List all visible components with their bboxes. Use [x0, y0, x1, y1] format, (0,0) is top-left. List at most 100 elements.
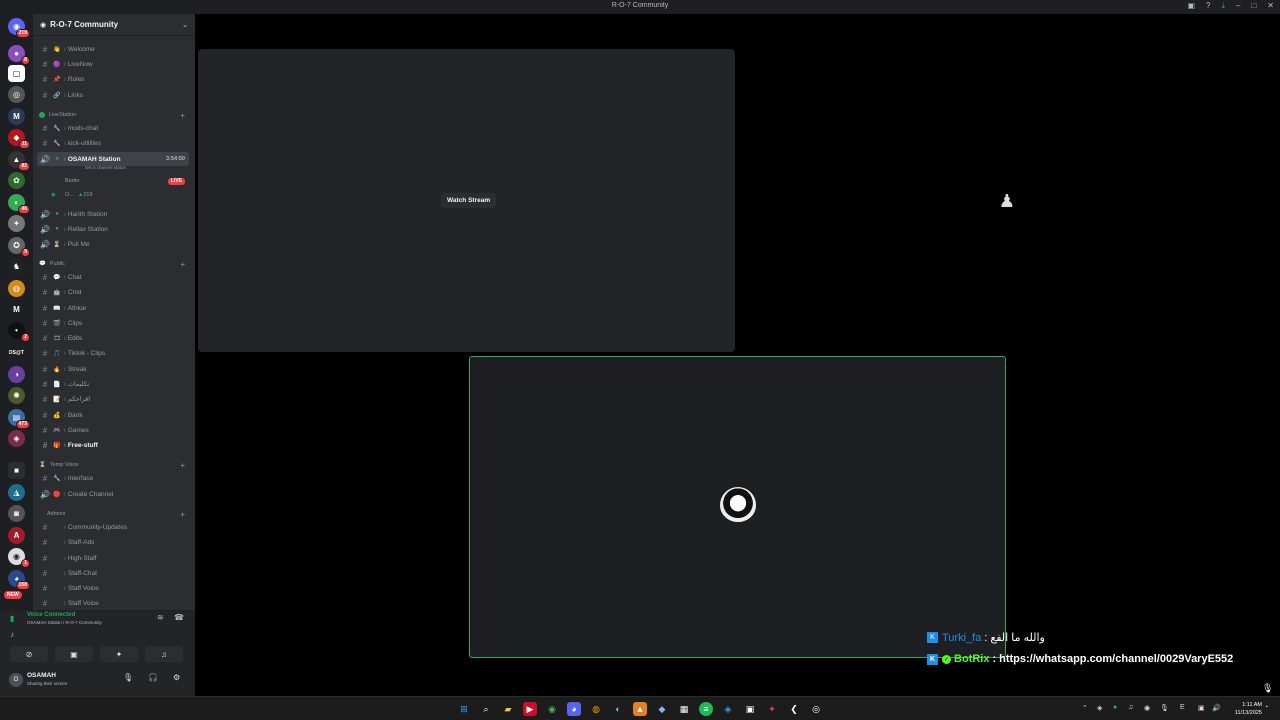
channel-streak[interactable]: # 🔥 ı Streak	[37, 362, 189, 376]
channel-athkar[interactable]: # 📖 ı Athkar	[37, 301, 189, 315]
category-admins[interactable]: Admins +	[39, 509, 189, 519]
chrome-icon[interactable]: ◉	[545, 702, 559, 716]
activity-icon[interactable]: ♪	[10, 630, 14, 639]
server-icon[interactable]: ♞	[8, 258, 25, 275]
channel-cmd[interactable]: # 🤖 ı Cmd	[37, 285, 189, 299]
voice-status[interactable]: Voice Connected	[27, 612, 75, 618]
channel-staff-voice-2[interactable]: # ı Staff Voice	[37, 596, 189, 610]
category-public[interactable]: 💬 Public +	[39, 259, 189, 269]
channel-status[interactable]: Set a channel status	[85, 165, 126, 170]
screen-share-button[interactable]: ▣	[55, 646, 93, 662]
firefox-icon[interactable]: ◍	[589, 702, 603, 716]
channel-community-updates[interactable]: # ı Community-Updates	[37, 520, 189, 534]
spotify-icon[interactable]: ≡	[699, 702, 713, 716]
tray-icon[interactable]: ◉	[1144, 704, 1150, 712]
tray-icon[interactable]: ◈	[1097, 704, 1102, 712]
app-icon[interactable]: ✦	[765, 702, 779, 716]
chevron-up-icon[interactable]: ⌃	[1082, 704, 1088, 712]
channel-staff-voice[interactable]: # ı Staff Voice	[37, 581, 189, 595]
server-icon[interactable]: M	[8, 301, 25, 318]
channel-games[interactable]: # 🎮 ı Games	[37, 423, 189, 437]
steam-icon[interactable]: ◐	[611, 702, 625, 716]
add-channel-icon[interactable]: +	[180, 461, 185, 470]
download-icon[interactable]: ⤓	[1221, 1, 1225, 11]
voice-member[interactable]: ◉ O... ▲ 219	[51, 189, 189, 201]
channel-kick-utilities[interactable]: # 🔧 ı kick-utilities	[37, 136, 189, 150]
server-icon[interactable]: ◆ 11	[8, 129, 30, 149]
server-header[interactable]: ◉ R-O-7 Community ⌄	[33, 14, 195, 36]
gear-icon[interactable]: ⚙	[173, 673, 180, 682]
participant-tile-speaking[interactable]	[469, 356, 1006, 658]
server-icon[interactable]: ◎	[8, 86, 25, 103]
server-icon[interactable]: ◍	[8, 280, 25, 297]
tray-icon[interactable]: ●	[1113, 704, 1117, 711]
server-icon[interactable]: ◙	[8, 505, 25, 522]
disconnect-icon[interactable]: ☎	[174, 613, 184, 622]
voice-channel-create[interactable]: 🔊 🔴 ı Create Channel	[37, 487, 189, 501]
app-icon[interactable]: ▣	[743, 702, 757, 716]
channel-chat[interactable]: # 💬 ı Chat	[37, 270, 189, 284]
app-icon[interactable]: ▶	[523, 702, 537, 716]
close-icon[interactable]: ✕	[1267, 1, 1274, 11]
camera-off-button[interactable]: ⊘	[10, 646, 48, 662]
username[interactable]: OSAMAH	[27, 672, 56, 679]
channel-interface[interactable]: # 🔧 ı Interface	[37, 471, 189, 485]
server-icon[interactable]: ✺	[8, 387, 25, 404]
server-icon[interactable]: ◕ 158	[8, 570, 30, 590]
participant-avatar[interactable]: ♟	[998, 188, 1016, 214]
minimize-icon[interactable]: –	[1236, 1, 1240, 11]
server-icon[interactable]: • 2	[8, 322, 30, 342]
folder-icon[interactable]: ■	[8, 462, 25, 479]
channel-mods-chat[interactable]: # 🔧 ı mods-chat	[37, 121, 189, 135]
channel-staff-chat[interactable]: # ı Staff-Chat	[37, 566, 189, 580]
server-icon[interactable]: DS@T	[8, 344, 25, 361]
voice-member[interactable]: Bader LIVE	[51, 175, 189, 187]
maximize-icon[interactable]: □	[1251, 1, 1256, 11]
noise-suppression-icon[interactable]: ≋	[157, 613, 164, 622]
voice-channel-rellax-station[interactable]: 🔊 ● ı Rellax Station	[37, 222, 189, 236]
server-icon[interactable]: ✪ 9	[8, 237, 30, 257]
windows-start-icon[interactable]: ⊞	[457, 702, 471, 716]
app-icon[interactable]: ◎	[809, 702, 823, 716]
server-icon[interactable]: M	[8, 108, 25, 125]
activities-button[interactable]: ✦	[100, 646, 138, 662]
language-icon[interactable]: E	[1180, 704, 1185, 711]
headphones-icon[interactable]: 🎧	[148, 673, 158, 682]
app-icon[interactable]: ◈	[721, 702, 735, 716]
home-discord-icon[interactable]: ◉ 219	[8, 18, 30, 38]
wifi-icon[interactable]: ▣	[1198, 704, 1205, 712]
channel-staff-ads[interactable]: # ı Staff-Ads	[37, 535, 189, 549]
participant-avatar[interactable]	[720, 487, 756, 523]
server-icon[interactable]: ▢	[8, 65, 25, 82]
notification-icon[interactable]: ◔	[1264, 704, 1268, 711]
chevron-down-icon[interactable]: ⌄	[182, 21, 188, 29]
signal-icon[interactable]: ▮	[10, 614, 14, 623]
category-livestation[interactable]: LiveStation +	[39, 110, 189, 120]
discord-icon[interactable]: ◕	[567, 702, 581, 716]
server-icon[interactable]: ◐ 46	[8, 194, 30, 214]
server-icon[interactable]: ● 8	[8, 45, 30, 65]
help-icon[interactable]: ?	[1206, 1, 1210, 11]
soundboard-button[interactable]: ♫	[145, 646, 183, 662]
search-icon[interactable]: ⌕	[479, 702, 493, 716]
channel-free-stuff[interactable]: # 🎁 ı Free-stuff	[37, 438, 189, 452]
server-icon[interactable]: ◉ 1	[8, 548, 30, 568]
voice-channel-osamah-station[interactable]: 🔊 ● ı OSAMAH Station 3:54:50	[37, 152, 189, 166]
channel-arabic-2[interactable]: # 📝 ı اقراحكم	[37, 392, 189, 406]
channel-arabic-1[interactable]: # 📄 ı تكليمات	[37, 377, 189, 391]
server-icon[interactable]: ◑	[8, 366, 25, 383]
watch-stream-button[interactable]: Watch Stream	[441, 193, 497, 208]
server-icon[interactable]: A	[8, 527, 25, 544]
channel-tiktok-clips[interactable]: # 🎵 ı Tiktok - Clips	[37, 346, 189, 360]
channel-high-staff[interactable]: # ı High-Staff	[37, 551, 189, 565]
app-icon[interactable]: ▦	[677, 702, 691, 716]
server-icon[interactable]: ◈	[8, 430, 25, 447]
channel-livenow[interactable]: # 🟣 ı LiveNow	[37, 57, 189, 71]
channel-roles[interactable]: # 📌 ı Roles	[37, 72, 189, 86]
server-icon[interactable]: ◮	[8, 484, 25, 501]
microphone-icon[interactable]: 🎙	[123, 673, 133, 682]
app-icon[interactable]: ▲	[633, 702, 647, 716]
microphone-icon[interactable]: 🎙	[1160, 704, 1169, 712]
add-channel-icon[interactable]: +	[180, 111, 185, 120]
app-icon[interactable]: ◆	[655, 702, 669, 716]
